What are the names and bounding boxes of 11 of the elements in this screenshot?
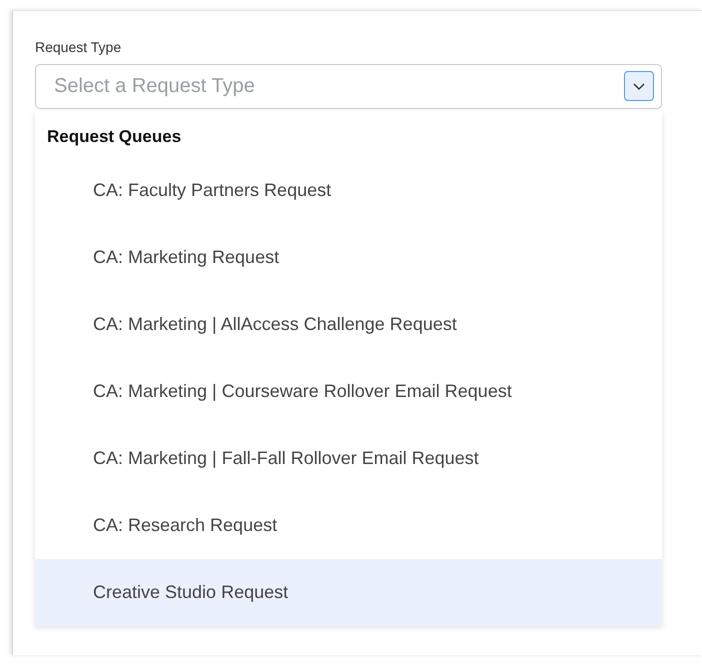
dropdown-option[interactable]: Creative Studio Request bbox=[35, 559, 662, 626]
dropdown-option[interactable]: CA: Marketing | Fall-Fall Rollover Email Request bbox=[35, 425, 662, 492]
request-type-select[interactable]: Select a Request Type bbox=[35, 64, 662, 109]
dropdown-option[interactable]: CA: Faculty Partners Request bbox=[35, 157, 662, 224]
dropdown-option[interactable]: CA: Marketing | AllAccess Challenge Request bbox=[35, 291, 662, 358]
chevron-down-icon[interactable] bbox=[624, 71, 654, 101]
group-header: Request Queues bbox=[46, 126, 182, 148]
dropdown-option[interactable]: CA: Marketing Request bbox=[35, 224, 662, 291]
field-label: Request Type bbox=[35, 39, 122, 55]
dropdown-option[interactable]: CA: Marketing | Courseware Rollover Email Request bbox=[35, 358, 662, 425]
dropdown-option[interactable]: CA: Research Request bbox=[35, 492, 662, 559]
